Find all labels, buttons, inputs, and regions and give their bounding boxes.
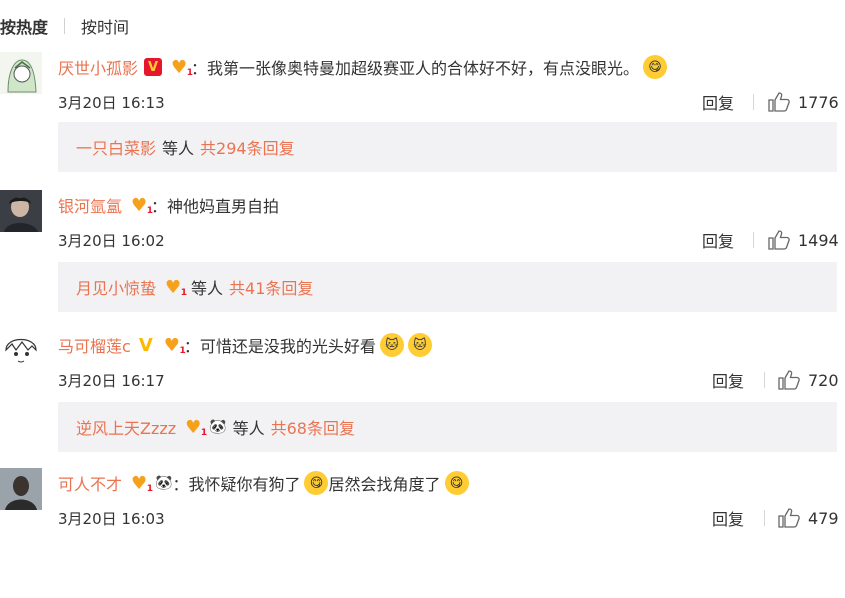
- username[interactable]: 银河氩氲: [58, 193, 122, 217]
- sub-reply-others: 等人: [191, 279, 224, 298]
- sub-reply-box[interactable]: 月见小惊蛰 ♥ 1 等人 共41条回复: [58, 262, 837, 312]
- thumb-up-icon: [778, 508, 800, 528]
- like-button[interactable]: 1776: [768, 90, 839, 114]
- avatar[interactable]: [0, 468, 42, 510]
- sort-by-hot[interactable]: 按热度: [0, 14, 48, 38]
- comment-item: 厌世小孤影 V ♥ 1 ： 我第一张像奥特曼加超级赛亚人的合体好不好，有点没眼光。…: [0, 52, 845, 182]
- cat-face-emoji: 🐱: [379, 333, 404, 357]
- verified-v-icon: V: [144, 58, 163, 76]
- sub-reply-box[interactable]: 逆风上天Zzzz ♥ 1 🐼 等人 共68条回复: [58, 402, 837, 452]
- like-count: 720: [808, 370, 839, 390]
- panda-icon: 🐼: [209, 419, 227, 435]
- like-button[interactable]: 1494: [768, 228, 839, 252]
- like-count: 1776: [798, 92, 839, 112]
- colon: ：: [151, 197, 168, 216]
- verified-v-icon: V: [138, 334, 153, 356]
- like-button[interactable]: 720: [778, 368, 839, 392]
- action-divider: [753, 232, 754, 248]
- reply-button[interactable]: 回复: [702, 90, 734, 114]
- comment-item: 马可榴莲c V ♥ 1 ： 可惜还是没我的光头好看 🐱 🐱 3月20日 16:17…: [0, 330, 845, 460]
- sub-reply-user[interactable]: 月见小惊蛰: [76, 275, 156, 299]
- avatar[interactable]: [0, 190, 42, 232]
- sub-reply-user[interactable]: 一只白菜影: [76, 135, 156, 159]
- sub-reply-total[interactable]: 共68条回复: [271, 415, 355, 439]
- sub-reply-user[interactable]: 逆风上天Zzzz: [76, 415, 176, 439]
- fan-medal-icon: ♥ 1: [185, 416, 208, 439]
- comment-item: 可人不才 ♥ 1 🐼 ： 我怀疑你有狗了 😋 居然会找角度了 😋 3月20日 16…: [0, 468, 845, 598]
- fan-medal-icon[interactable]: ♥ 1: [127, 195, 153, 217]
- sub-reply-others: 等人: [232, 419, 265, 438]
- avatar[interactable]: [0, 52, 42, 94]
- drool-face-emoji: 😋: [643, 55, 668, 79]
- action-divider: [753, 94, 754, 110]
- timestamp: 3月20日 16:13: [58, 93, 165, 112]
- comment-text-cont: 居然会找角度了: [328, 475, 441, 494]
- action-divider: [764, 510, 765, 526]
- sub-reply-others: 等人: [162, 139, 195, 158]
- comment-text: 神他妈直男自拍: [167, 197, 280, 216]
- drool-face-emoji: 😋: [304, 471, 329, 495]
- comment-header: 可人不才 ♥ 1 🐼 ： 我怀疑你有狗了 😋 居然会找角度了 😋: [58, 468, 469, 498]
- sort-bar: 按热度 按时间: [0, 12, 129, 40]
- like-count: 479: [808, 508, 839, 528]
- fan-medal-icon[interactable]: ♥ 1: [167, 57, 193, 79]
- sub-reply-box[interactable]: 一只白菜影 等人 共294条回复: [58, 122, 837, 172]
- comment-header: 厌世小孤影 V ♥ 1 ： 我第一张像奥特曼加超级赛亚人的合体好不好，有点没眼光。…: [58, 52, 668, 82]
- sort-by-time[interactable]: 按时间: [81, 14, 129, 38]
- avatar[interactable]: [0, 330, 42, 372]
- colon: ：: [191, 59, 208, 78]
- username[interactable]: 厌世小孤影: [58, 55, 138, 79]
- fan-medal-icon: ♥ 1: [164, 276, 188, 299]
- reply-button[interactable]: 回复: [712, 368, 744, 392]
- cat-face-emoji: 🐱: [407, 333, 432, 357]
- username[interactable]: 马可榴莲c: [58, 333, 131, 357]
- drool-face-emoji: 😋: [444, 471, 469, 495]
- comment-item: 银河氩氲 ♥ 1 ： 神他妈直男自拍 3月20日 16:02 回复 1494 月见…: [0, 190, 845, 320]
- fan-medal-icon[interactable]: ♥ 1: [160, 335, 186, 357]
- comment-text: 我怀疑你有狗了: [188, 475, 301, 494]
- comment-header: 马可榴莲c V ♥ 1 ： 可惜还是没我的光头好看 🐱 🐱: [58, 330, 432, 360]
- reply-button[interactable]: 回复: [702, 228, 734, 252]
- username[interactable]: 可人不才: [58, 471, 122, 495]
- sort-divider: [64, 18, 66, 34]
- colon: ：: [172, 475, 189, 494]
- timestamp: 3月20日 16:17: [58, 371, 165, 390]
- sub-reply-total[interactable]: 共41条回复: [229, 275, 313, 299]
- sub-reply-total[interactable]: 共294条回复: [200, 135, 295, 159]
- timestamp: 3月20日 16:03: [58, 509, 165, 528]
- like-button[interactable]: 479: [778, 506, 839, 530]
- colon: ：: [183, 337, 200, 356]
- reply-button[interactable]: 回复: [712, 506, 744, 530]
- comment-text: 我第一张像奥特曼加超级赛亚人的合体好不好，有点没眼光。: [207, 59, 640, 78]
- comment-header: 银河氩氲 ♥ 1 ： 神他妈直男自拍: [58, 190, 279, 220]
- action-divider: [764, 372, 765, 388]
- thumb-up-icon: [768, 230, 790, 250]
- thumb-up-icon: [768, 92, 790, 112]
- like-count: 1494: [798, 230, 839, 250]
- timestamp: 3月20日 16:02: [58, 231, 165, 250]
- fan-medal-icon[interactable]: ♥ 1: [127, 473, 153, 495]
- comment-text: 可惜还是没我的光头好看: [199, 337, 376, 356]
- thumb-up-icon: [778, 370, 800, 390]
- panda-icon: 🐼: [155, 475, 173, 491]
